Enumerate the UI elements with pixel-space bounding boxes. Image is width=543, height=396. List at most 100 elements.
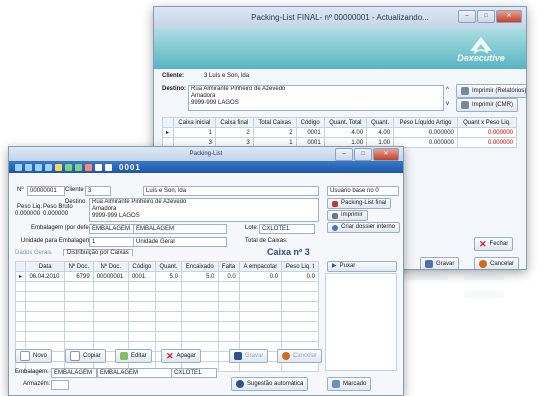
table-cell[interactable]: 1 <box>172 127 216 138</box>
delete-icon[interactable] <box>85 163 92 171</box>
edit-icon[interactable] <box>75 163 82 171</box>
table-cell[interactable]: 0.000000 <box>456 127 518 138</box>
table-cell[interactable]: 0001 <box>127 271 156 282</box>
column-header: Quant. Total <box>323 117 368 128</box>
boxes-table-header: Caixa inicial Caixa final Total Caixas C… <box>162 117 518 128</box>
client-name-field[interactable]: Luís e Son, lda <box>143 186 319 196</box>
table-cell[interactable]: 5.0 <box>154 271 183 282</box>
unity-desc-field[interactable]: Unidade Geral <box>133 237 227 247</box>
print-reports-button[interactable]: Imprimir (Relatórios) <box>456 84 526 98</box>
table-cell[interactable]: 4.00 <box>323 127 368 138</box>
marked-label: Marcado <box>343 381 367 387</box>
save-label: Gravar <box>245 353 264 359</box>
create-internal-dossier-button[interactable]: Criar dossier interno <box>327 222 401 233</box>
first-record-icon[interactable] <box>15 163 22 171</box>
packaging-bottom-desc-field[interactable]: EMBALAGEM <box>97 368 173 378</box>
marked-button[interactable]: Marcado <box>327 377 372 391</box>
copy-button[interactable]: Copiar <box>65 349 106 363</box>
table-row[interactable] <box>14 291 319 302</box>
print-cmr-button[interactable]: Imprimir (CMR) <box>456 98 518 112</box>
cancel-button[interactable]: Cancelar <box>277 349 323 363</box>
table-cell[interactable]: 2 <box>252 127 297 138</box>
storage-label: Armazém: <box>23 381 51 387</box>
unity-field[interactable]: 1 <box>89 237 135 247</box>
lot-field[interactable]: CXLOTE1 <box>259 224 315 234</box>
column-header: Quant. <box>154 261 183 272</box>
tab-general-data[interactable]: Dados Gerais <box>15 250 52 256</box>
table-cell[interactable]: 0.0 <box>217 271 240 282</box>
next-record-icon[interactable] <box>35 163 42 171</box>
previous-record-icon[interactable] <box>25 163 32 171</box>
origin-select[interactable]: Usuário base no 0 <box>327 186 399 196</box>
tab-box-distribution[interactable]: Distribuição por Caixas <box>63 249 133 256</box>
delete-label: Apagar <box>176 353 196 359</box>
packaging-bottom-lot-field[interactable]: CXLOTE1 <box>171 368 217 378</box>
packaging-bottom-field[interactable]: EMBALAGEM <box>51 368 97 378</box>
weight-gross-value: 0.000000 <box>43 211 69 217</box>
print-icon[interactable] <box>95 163 102 171</box>
print-button[interactable]: Imprimir <box>327 210 368 221</box>
window-reflection <box>398 268 518 318</box>
table-cell[interactable]: 5.0 <box>181 271 219 282</box>
close-button[interactable]: ✕ <box>496 10 522 23</box>
close-window-label: Fechar <box>489 241 509 247</box>
edit-button[interactable]: Editar <box>115 349 152 363</box>
client-code-field[interactable]: 3 <box>85 186 111 196</box>
new-button[interactable]: Novo <box>15 349 53 363</box>
toolbar-record-number: 0001 <box>119 162 141 172</box>
total-boxes-label: Total de Caixas: <box>245 238 288 244</box>
table-cell[interactable]: 0001 <box>295 127 325 138</box>
table-cell[interactable]: 4.00 <box>366 127 395 138</box>
new-icon[interactable] <box>65 163 72 171</box>
table-row[interactable] <box>14 301 319 312</box>
final-packing-list-button[interactable]: Packing-List final <box>327 198 392 209</box>
column-header: Peso Líquido Artigo <box>393 117 458 128</box>
table-row[interactable]: ▸ 1 2 2 0001 4.00 4.00 0.000000 0.000000 <box>162 127 518 138</box>
last-record-icon[interactable] <box>45 163 52 171</box>
cancel-button[interactable]: Cancelar <box>474 257 520 269</box>
table-cell[interactable]: 06.04.2010 <box>25 271 66 282</box>
table-cell[interactable]: 0.0 <box>238 271 283 282</box>
table-cell[interactable]: 0.000000 <box>393 127 458 138</box>
table-row[interactable] <box>14 281 319 292</box>
packaging-field[interactable]: EMBALAGEM <box>89 224 135 234</box>
minimize-button[interactable]: – <box>335 148 353 161</box>
number-label: Nº <box>17 187 24 193</box>
table-cell[interactable]: 0.000000 <box>456 137 518 148</box>
table-cell[interactable]: 00000001 <box>92 271 129 282</box>
minimize-button[interactable]: – <box>458 10 476 23</box>
table-row[interactable] <box>14 321 319 332</box>
table-row[interactable] <box>14 311 319 322</box>
destination-field[interactable]: Rua Almirante Pinheiro de Azevedo Amador… <box>89 198 319 222</box>
search-icon[interactable] <box>55 163 62 171</box>
push-button[interactable]: ▶ Puxar <box>327 261 397 272</box>
destination-line-1: Rua Almirante Pinheiro de Azevedo <box>191 86 286 92</box>
new-icon <box>20 351 30 361</box>
save-button[interactable]: Gravar <box>229 349 269 363</box>
weight-net-label: Peso Liq. <box>17 204 43 210</box>
close-window-button[interactable]: ✕ Fechar <box>474 237 514 251</box>
help-icon[interactable] <box>105 163 112 171</box>
maximize-button[interactable]: □ <box>477 10 495 23</box>
table-row[interactable]: ▸ 06.04.2010 6799 00000001 0001 5.0 5.0 … <box>14 271 319 282</box>
auto-suggest-button[interactable]: Sugestão automática <box>231 377 309 391</box>
scroll-up-icon[interactable]: ^ <box>446 87 449 93</box>
number-field[interactable]: 00000001 <box>27 186 65 196</box>
destination-field[interactable]: Rua Almirante Pinheiro de Azevedo Amador… <box>188 85 444 111</box>
table-row[interactable] <box>14 331 319 342</box>
table-cell[interactable]: 0.0 <box>281 271 319 282</box>
maximize-button[interactable]: □ <box>354 148 372 161</box>
packaging-desc-field[interactable]: EMBALAGEM <box>133 224 227 234</box>
cancel-icon <box>479 260 487 268</box>
scroll-down-icon[interactable]: v <box>446 101 449 107</box>
save-button[interactable]: Gravar <box>420 257 460 269</box>
close-button[interactable]: ✕ <box>373 148 399 161</box>
column-header: Quant x Peso Liq. <box>456 117 518 128</box>
delete-button[interactable]: ✕ Apagar <box>161 349 201 363</box>
table-cell[interactable]: 6799 <box>64 271 94 282</box>
cancel-icon <box>282 352 290 360</box>
table-cell[interactable]: 2 <box>214 127 254 138</box>
storage-field[interactable] <box>51 380 69 390</box>
print-label: Imprimir <box>341 212 363 218</box>
side-panel <box>325 273 397 371</box>
